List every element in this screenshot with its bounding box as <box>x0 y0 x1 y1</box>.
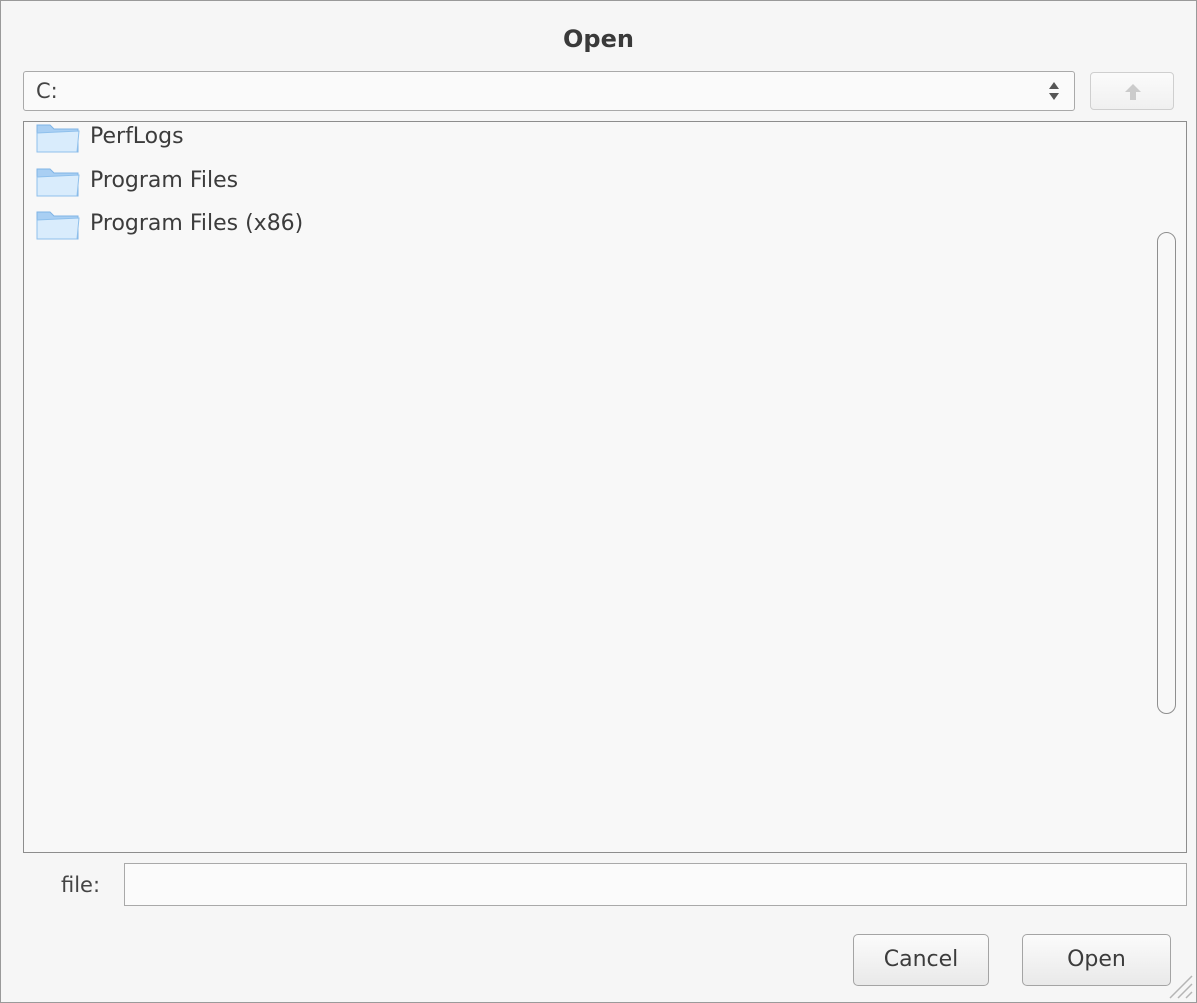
list-item-label: Program Files <box>90 167 239 193</box>
open-button[interactable]: Open <box>1022 934 1171 986</box>
list-item-label: Program Files (x86) <box>90 210 304 236</box>
up-folder-button[interactable] <box>1090 72 1174 110</box>
list-item[interactable]: PerfLogs <box>34 122 184 156</box>
resize-grip-icon[interactable] <box>1164 970 1194 1000</box>
list-item[interactable]: Program Files <box>34 160 238 200</box>
file-list[interactable]: PerfLogs Program Files Program Files (x8… <box>23 121 1187 853</box>
vertical-scrollbar[interactable] <box>1157 232 1176 714</box>
path-select-value: C: <box>36 79 58 103</box>
list-item[interactable]: Program Files (x86) <box>34 203 303 243</box>
dialog-title: Open <box>563 25 634 53</box>
folder-icon <box>36 211 80 240</box>
file-field-label: file: <box>61 873 101 897</box>
up-arrow-icon <box>1125 84 1141 100</box>
open-dialog: Open C: PerfLogs Program Files Program F… <box>0 0 1197 1003</box>
cancel-button[interactable]: Cancel <box>853 934 989 986</box>
folder-icon <box>36 168 80 197</box>
list-item-label: PerfLogs <box>90 123 184 149</box>
folder-icon <box>36 124 80 153</box>
path-select[interactable]: C: <box>23 71 1075 111</box>
updown-arrows-icon <box>1049 82 1059 100</box>
file-name-input[interactable] <box>124 863 1187 906</box>
